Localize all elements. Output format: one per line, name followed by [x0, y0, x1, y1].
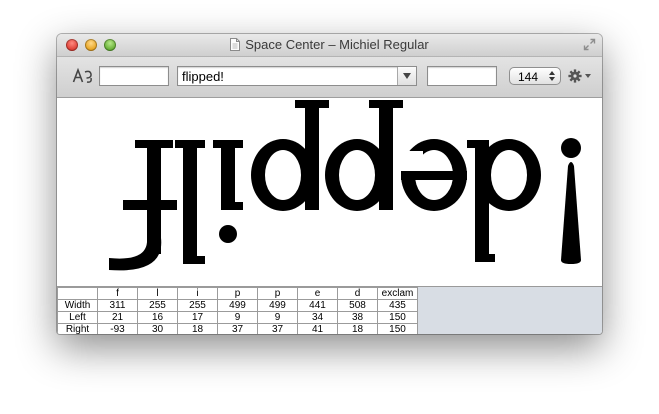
window-title-area: Space Center – Michiel Regular — [57, 37, 602, 52]
right-margin-cell[interactable]: 41 — [297, 323, 338, 334]
metrics-table-area: f l i p p e d exclam Width 311 255 255 499 499 441 508… — [57, 287, 602, 334]
glyph-name-cell: l — [137, 287, 178, 300]
row-label-width: Width — [57, 299, 98, 312]
right-margin-cell[interactable]: 18 — [337, 323, 378, 334]
left-margin-cell[interactable]: 9 — [257, 311, 298, 324]
rotated-A-icon[interactable] — [72, 67, 94, 85]
right-margin-cell[interactable]: 37 — [257, 323, 298, 334]
glyph-i — [213, 140, 243, 243]
glyph-preview-area[interactable] — [57, 98, 602, 287]
triangle-down-icon — [403, 73, 411, 79]
glyph-p — [325, 100, 403, 211]
left-margin-cell[interactable]: 16 — [137, 311, 178, 324]
left-margin-cell[interactable]: 17 — [177, 311, 218, 324]
glyph-d — [467, 139, 541, 262]
glyph-p — [251, 100, 329, 211]
glyph-name-cell: exclam — [377, 287, 418, 300]
window-title: Space Center – Michiel Regular — [245, 37, 429, 52]
glyph-name-cell: e — [297, 287, 338, 300]
gear-icon[interactable] — [568, 68, 594, 84]
text-combo-dropdown-button[interactable] — [397, 67, 416, 85]
width-cell[interactable]: 441 — [297, 299, 338, 312]
pre-text-input[interactable] — [100, 67, 168, 85]
glyph-l — [175, 140, 205, 264]
pre-text-field[interactable] — [99, 66, 169, 86]
row-label-right: Right — [57, 323, 98, 334]
fullscreen-icon[interactable] — [583, 38, 596, 51]
left-margin-cell[interactable]: 21 — [97, 311, 138, 324]
after-text-input[interactable] — [428, 67, 496, 85]
space-center-window: Space Center – Michiel Regular flipped! … — [57, 34, 602, 334]
left-margin-cell[interactable]: 9 — [217, 311, 258, 324]
glyph-name-cell: p — [257, 287, 298, 300]
width-cell[interactable]: 499 — [217, 299, 258, 312]
corner-cell — [57, 287, 98, 300]
up-down-arrows-icon — [549, 71, 555, 81]
right-margin-cell[interactable]: 37 — [217, 323, 258, 334]
glyph-f — [109, 140, 177, 271]
left-margin-cell[interactable]: 150 — [377, 311, 418, 324]
flipped-text-preview — [109, 100, 581, 271]
width-cell[interactable]: 499 — [257, 299, 298, 312]
right-margin-cell[interactable]: 30 — [137, 323, 178, 334]
glyph-exclam — [561, 138, 581, 264]
right-margin-cell[interactable]: -93 — [97, 323, 138, 334]
document-icon — [230, 38, 241, 51]
glyph-metrics-table: f l i p p e d exclam Width 311 255 255 499 499 441 508… — [57, 287, 418, 334]
right-margin-cell[interactable]: 150 — [377, 323, 418, 334]
width-cell[interactable]: 255 — [137, 299, 178, 312]
width-cell[interactable]: 435 — [377, 299, 418, 312]
after-text-field[interactable] — [427, 66, 497, 86]
glyph-e — [393, 139, 467, 211]
left-margin-cell[interactable]: 38 — [337, 311, 378, 324]
glyph-name-cell: d — [337, 287, 378, 300]
glyph-name-cell: f — [97, 287, 138, 300]
text-input[interactable] — [178, 67, 416, 85]
text-combo-box[interactable] — [177, 66, 417, 86]
glyph-name-cell: i — [177, 287, 218, 300]
width-cell[interactable]: 508 — [337, 299, 378, 312]
left-margin-cell[interactable]: 34 — [297, 311, 338, 324]
point-size-popup[interactable]: 144 — [509, 67, 561, 85]
right-margin-cell[interactable]: 18 — [177, 323, 218, 334]
row-label-left: Left — [57, 311, 98, 324]
point-size-value: 144 — [518, 70, 539, 84]
width-cell[interactable]: 311 — [97, 299, 138, 312]
width-cell[interactable]: 255 — [177, 299, 218, 312]
glyph-name-cell: p — [217, 287, 258, 300]
title-bar[interactable]: Space Center – Michiel Regular — [57, 34, 602, 57]
toolbar: 144 — [57, 57, 602, 98]
